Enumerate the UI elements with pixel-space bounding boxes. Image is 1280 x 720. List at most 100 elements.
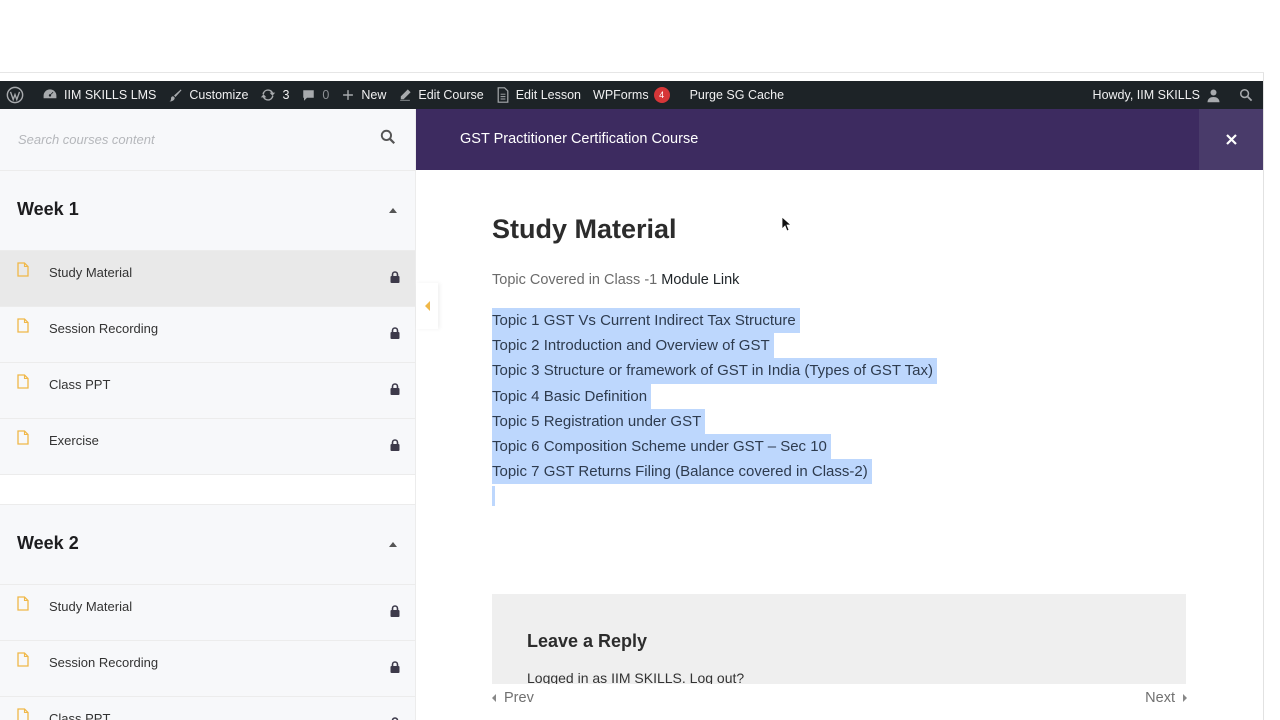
new-label: New <box>361 88 387 102</box>
topic-item: Topic 6 Composition Scheme under GST – S… <box>492 433 831 460</box>
document-icon <box>17 652 29 667</box>
wpforms-label: WPForms <box>593 88 649 102</box>
brush-icon <box>169 89 182 101</box>
topic-item: Topic 7 GST Returns Filing (Balance cove… <box>492 459 872 485</box>
pencil-icon <box>400 89 411 101</box>
topic-prefix: Topic Covered in Class -1 <box>492 272 658 288</box>
edit-lesson-label: Edit Lesson <box>515 88 582 102</box>
document-icon <box>17 596 29 611</box>
search-icon <box>1239 88 1253 102</box>
lock-icon <box>390 439 400 451</box>
comment-icon <box>303 89 315 101</box>
close-icon <box>1225 134 1237 145</box>
document-icon <box>497 87 509 103</box>
collapse-caret-icon[interactable] <box>389 542 397 547</box>
lesson-label: Study Material <box>49 599 133 614</box>
document-icon <box>17 318 29 333</box>
purge-cache-link[interactable]: Purge SG Cache <box>676 81 791 109</box>
lesson-item[interactable]: Session Recording <box>0 641 415 697</box>
selection-caret <box>492 486 495 507</box>
lesson-label: Class PPT <box>49 711 111 720</box>
search-button[interactable] <box>380 129 402 151</box>
next-label: Next <box>1145 690 1175 706</box>
wpforms-link[interactable]: WPForms 4 <box>587 81 676 109</box>
purge-cache-label: Purge SG Cache <box>689 88 785 102</box>
howdy-label: Howdy, IIM SKILLS <box>1092 88 1200 102</box>
updates-link[interactable]: 3 <box>254 81 295 109</box>
divider <box>0 72 1264 73</box>
lesson-content: Study Material Topic Covered in Class -1… <box>416 170 1263 720</box>
lesson-label: Class PPT <box>49 377 111 392</box>
comments-count: 0 <box>322 88 330 102</box>
topic-list: Topic 1 GST Vs Current Indirect Tax Stru… <box>492 308 938 507</box>
lesson-navigation: Prev Next <box>416 684 1263 720</box>
module-link[interactable]: Module Link <box>661 272 739 288</box>
page-edge <box>1263 73 1280 720</box>
course-title[interactable]: GST Practitioner Certification Course <box>460 131 698 147</box>
account-menu[interactable]: Howdy, IIM SKILLS <box>1087 81 1233 109</box>
lock-icon <box>390 271 400 283</box>
search-input[interactable] <box>0 109 370 170</box>
wp-admin-bar: IIM SKILLS LMS Customize 3 0 New Edit Co… <box>0 81 1263 109</box>
chevron-right-icon <box>1183 694 1187 703</box>
plus-icon <box>343 90 354 100</box>
new-content-link[interactable]: New <box>335 81 392 109</box>
topic-item: Topic 1 GST Vs Current Indirect Tax Stru… <box>492 308 800 334</box>
lesson-title: Study Material <box>492 214 677 244</box>
wordpress-icon <box>6 86 24 104</box>
lesson-label: Study Material <box>49 265 133 280</box>
admin-search-button[interactable] <box>1233 81 1263 109</box>
lesson-item[interactable]: Study Material <box>0 251 415 307</box>
close-button[interactable] <box>1199 109 1263 170</box>
lesson-label: Exercise <box>49 433 99 448</box>
comments-link[interactable]: 0 <box>295 81 335 109</box>
site-name-label: IIM SKILLS LMS <box>64 88 157 102</box>
search-bar <box>0 109 415 171</box>
customize-label: Customize <box>189 88 249 102</box>
topic-item: Topic 2 Introduction and Overview of GST <box>492 333 774 359</box>
section-title: Week 1 <box>17 199 79 219</box>
mouse-cursor-icon <box>781 216 791 232</box>
document-icon <box>17 708 29 720</box>
lesson-label: Session Recording <box>49 655 159 670</box>
lesson-label: Session Recording <box>49 321 159 336</box>
prev-label: Prev <box>504 690 534 706</box>
course-curriculum-sidebar: Week 1 Study Material Session Recording … <box>0 109 416 720</box>
site-name-link[interactable]: IIM SKILLS LMS <box>36 81 162 109</box>
collapse-caret-icon[interactable] <box>389 208 397 213</box>
wpforms-badge: 4 <box>653 87 670 103</box>
lock-icon <box>390 327 400 339</box>
prev-button[interactable]: Prev <box>492 690 534 706</box>
dashboard-icon <box>43 89 57 99</box>
lesson-item[interactable]: Class PPT <box>0 697 415 720</box>
search-icon <box>380 129 396 145</box>
section-header-week-1[interactable]: Week 1 <box>0 171 415 251</box>
course-header: GST Practitioner Certification Course <box>416 109 1263 170</box>
document-icon <box>17 430 29 445</box>
wordpress-logo-button[interactable] <box>0 81 36 109</box>
lesson-item[interactable]: Session Recording <box>0 307 415 363</box>
lesson-item[interactable]: Study Material <box>0 585 415 641</box>
lock-icon <box>390 605 400 617</box>
reply-title: Leave a Reply <box>527 631 648 651</box>
edit-course-label: Edit Course <box>418 88 484 102</box>
topic-intro: Topic Covered in Class -1 Module Link <box>492 272 739 288</box>
customize-link[interactable]: Customize <box>162 81 254 109</box>
lesson-item[interactable]: Exercise <box>0 419 415 475</box>
chevron-left-icon <box>492 694 496 703</box>
section-gap <box>0 475 415 505</box>
topic-item: Topic 4 Basic Definition <box>492 383 652 409</box>
edit-lesson-link[interactable]: Edit Lesson <box>490 81 587 109</box>
section-header-week-2[interactable]: Week 2 <box>0 505 415 585</box>
lesson-item[interactable]: Class PPT <box>0 363 415 419</box>
refresh-icon <box>261 89 276 101</box>
section-title: Week 2 <box>17 533 79 553</box>
lock-icon <box>390 383 400 395</box>
next-button[interactable]: Next <box>1145 690 1187 706</box>
edit-course-link[interactable]: Edit Course <box>392 81 489 109</box>
user-avatar-icon <box>1207 89 1220 102</box>
document-icon <box>17 374 29 389</box>
document-icon <box>17 262 29 277</box>
lock-icon <box>390 661 400 673</box>
browser-top-area <box>0 0 1280 73</box>
